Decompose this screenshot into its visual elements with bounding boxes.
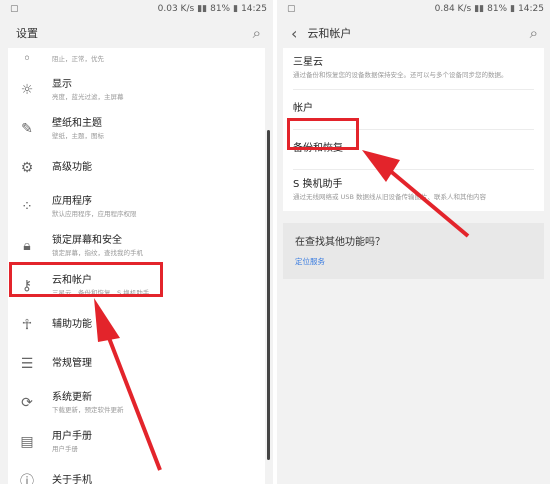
page-title: 云和帐户 — [307, 27, 352, 40]
item-title: 应用程序 — [52, 196, 92, 208]
highlight-cloud-accounts — [9, 262, 163, 297]
item-subtitle: 阻止，正常，优先 — [52, 55, 104, 63]
item-text: 常规管理 — [52, 357, 92, 371]
item-title: S 换机助手 — [293, 179, 343, 190]
more-question: 在查找其他功能吗？ — [295, 237, 385, 248]
looking-for-more-panel: 在查找其他功能吗？ 定位服务 — [283, 223, 544, 279]
item-title: 帐户 — [293, 103, 313, 114]
sliders-icon: ☰ — [20, 355, 34, 372]
scrollbar[interactable] — [267, 130, 270, 460]
item-title: 锁定屏幕和安全 — [52, 235, 122, 247]
signal-icon: ▮▮ — [197, 4, 208, 14]
item-text: 高级功能 — [52, 161, 92, 175]
item-text: 辅助功能 — [52, 318, 92, 332]
search-icon[interactable]: ⌕ — [530, 24, 538, 42]
item-title: 显示 — [52, 78, 72, 90]
item-subtitle: 锁定屏幕，指纹，查找我的手机 — [52, 249, 143, 258]
list-item-smart-switch[interactable]: S 换机助手 通过无线网络或 USB 数据线从旧设备传输图片、联系人和其他内容 — [293, 170, 534, 211]
signal-icon: ▮▮ — [474, 4, 485, 14]
item-subtitle: 亮度，蓝光过滤，主屏幕 — [52, 92, 124, 101]
item-text: 关于手机 — [52, 474, 92, 484]
apps-icon: ⁘ — [21, 199, 33, 216]
settings-item-5[interactable]: 🔒︎ 锁定屏幕和安全锁定屏幕，指纹，查找我的手机 — [8, 227, 265, 266]
back-arrow-icon[interactable]: ‹ — [291, 24, 297, 43]
brush-icon: ✎ — [21, 120, 33, 137]
item-text: 阻止，正常，优先 — [52, 54, 104, 64]
search-icon[interactable]: ⌕ — [253, 24, 261, 42]
item-title: 高级功能 — [52, 161, 92, 173]
battery-level: 81% — [210, 4, 231, 14]
item-text: 应用程序默认应用程序，应用程序权限 — [52, 195, 137, 219]
settings-item-3[interactable]: ⚙ 高级功能 — [8, 148, 265, 187]
lock-icon: 🔒︎ — [23, 238, 31, 255]
item-title: 常规管理 — [52, 357, 92, 369]
notification-icon: ▢ — [10, 4, 19, 14]
item-text: 锁定屏幕和安全锁定屏幕，指纹，查找我的手机 — [52, 234, 143, 258]
settings-item-2[interactable]: ✎ 壁纸和主题壁纸，主题，图标 — [8, 109, 265, 148]
accessibility-icon: ☥ — [21, 316, 33, 333]
list-item-samsung-cloud[interactable]: 三星云 通过备份和恢复您的设备数据保持安全。还可以与多个设备同步您的数据。 — [293, 48, 534, 90]
status-bar: ▢ 0.03 K/s ▮▮ 81% ▮ 14:25 — [0, 0, 273, 18]
highlight-backup-restore — [287, 118, 359, 150]
item-subtitle: 默认应用程序，应用程序权限 — [52, 210, 137, 219]
network-speed: 0.03 K/s — [157, 4, 195, 14]
item-text: 用户手册 用户手册 — [52, 430, 92, 454]
item-title: 三星云 — [293, 57, 323, 68]
item-subtitle: 用户手册 — [52, 445, 78, 454]
item-title: 壁纸和主题 — [52, 117, 102, 129]
settings-item-11[interactable]: ⓘ 关于手机 — [8, 462, 265, 484]
clock: 14:25 — [241, 4, 267, 14]
cloud-accounts-screen: ▢ 0.84 K/s ▮▮ 81% ▮ 14:25 ‹ 云和帐户 ⌕ 三星云 通… — [277, 0, 550, 484]
status-bar: ▢ 0.84 K/s ▮▮ 81% ▮ 14:25 — [277, 0, 550, 18]
item-text: 系统更新下载更新，预定软件更新 — [52, 391, 124, 415]
notification-icon: ▢ — [287, 4, 296, 14]
settings-item-7[interactable]: ☥ 辅助功能 — [8, 305, 265, 344]
partial-icon: ◦ — [22, 51, 32, 67]
app-bar: 设置 ⌕ — [0, 18, 273, 48]
app-bar: ‹ 云和帐户 ⌕ — [277, 18, 550, 48]
settings-screen: ▢ 0.03 K/s ▮▮ 81% ▮ 14:25 设置 ⌕ ◦ 阻止，正常，优先… — [0, 0, 273, 484]
item-subtitle: 下载更新，预定软件更新 — [52, 406, 124, 415]
settings-item-0[interactable]: ◦ 阻止，正常，优先 — [8, 48, 265, 70]
settings-item-4[interactable]: ⁘ 应用程序默认应用程序，应用程序权限 — [8, 188, 265, 227]
settings-item-10[interactable]: ▤ 用户手册 用户手册 — [8, 423, 265, 462]
item-title: 用户手册 — [52, 431, 92, 443]
manual-icon: ▤ — [20, 434, 34, 451]
network-speed: 0.84 K/s — [434, 4, 472, 14]
battery-icon: ▮ — [510, 4, 516, 14]
item-title: 关于手机 — [52, 475, 92, 484]
item-text: 壁纸和主题壁纸，主题，图标 — [52, 117, 104, 141]
settings-item-1[interactable]: ☼ 显示亮度，蓝光过滤，主屏幕 — [8, 70, 265, 109]
battery-icon: ▮ — [233, 4, 239, 14]
display-icon: ☼ — [20, 81, 34, 98]
info-icon: ⓘ — [20, 474, 34, 484]
item-title: 系统更新 — [52, 392, 92, 404]
item-title: 辅助功能 — [52, 318, 92, 330]
settings-item-9[interactable]: ⟳ 系统更新下载更新，预定软件更新 — [8, 384, 265, 423]
item-text: 显示亮度，蓝光过滤，主屏幕 — [52, 78, 124, 102]
item-subtitle: 通过无线网络或 USB 数据线从旧设备传输图片、联系人和其他内容 — [293, 193, 486, 201]
gear-plus-icon: ⚙ — [20, 159, 34, 176]
settings-item-8[interactable]: ☰ 常规管理 — [8, 344, 265, 383]
update-icon: ⟳ — [21, 395, 33, 412]
battery-level: 81% — [487, 4, 508, 14]
item-subtitle: 壁纸，主题，图标 — [52, 131, 104, 140]
item-subtitle: 通过备份和恢复您的设备数据保持安全。还可以与多个设备同步您的数据。 — [293, 71, 508, 79]
location-services-link[interactable]: 定位服务 — [295, 256, 532, 267]
clock: 14:25 — [518, 4, 544, 14]
page-title: 设置 — [16, 27, 38, 40]
